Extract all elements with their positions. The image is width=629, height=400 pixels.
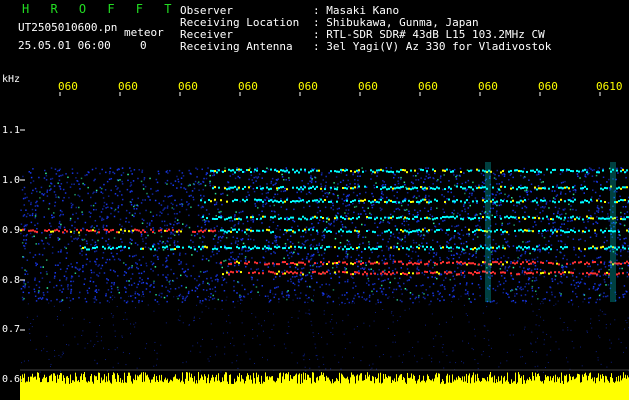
y-tick: 0.8 [2, 275, 21, 286]
antenna-value: : 3el Yagi(V) Az 330 for Vladivostok [313, 40, 552, 53]
meteor-count: 0 [140, 39, 147, 52]
y-tick: 0.9 [2, 225, 21, 236]
datetime-label: 25.05.01 06:00 [18, 39, 111, 52]
y-tick: 0.7 [2, 324, 21, 335]
y-axis-unit: kHz [2, 74, 21, 85]
antenna-label: Receiving Antenna [180, 40, 293, 53]
y-tick: 0.6 [2, 374, 21, 385]
filename-label: UT2505010600.pn [18, 21, 118, 34]
meteor-label: meteor [124, 26, 164, 39]
spectrogram [20, 92, 629, 400]
y-tick: 1.1 [2, 125, 21, 136]
y-tick: 1.0 [2, 175, 21, 186]
hrofft-logo: H R O F F T [22, 2, 179, 16]
